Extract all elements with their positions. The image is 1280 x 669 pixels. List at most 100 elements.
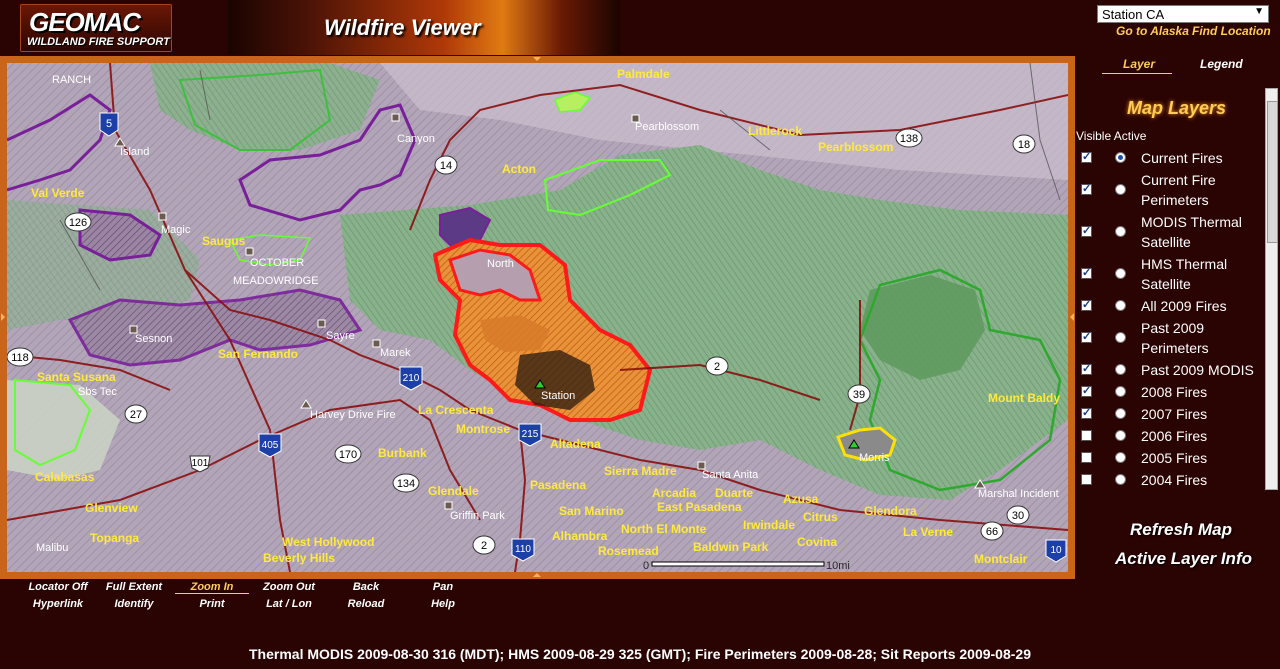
layer-name: 2005 Fires [1141, 450, 1208, 466]
shield-i5: 5 [106, 118, 112, 130]
visible-checkbox[interactable] [1081, 384, 1092, 397]
visible-checkbox[interactable] [1081, 406, 1092, 419]
active-radio[interactable] [1115, 408, 1126, 419]
pan-north-arrow [533, 57, 541, 61]
zoom-out-button[interactable]: Zoom Out [252, 581, 326, 593]
layer-row: HMS Thermal Satellite [1075, 254, 1265, 294]
chevron-down-icon[interactable]: ▼ [1254, 6, 1264, 17]
print-button[interactable]: Print [175, 598, 249, 610]
tab-layer-underline [1102, 73, 1172, 74]
label-calabasas: Calabasas [35, 470, 95, 484]
visible-checkbox[interactable] [1081, 298, 1092, 311]
active-radio[interactable] [1115, 364, 1126, 375]
label-october: OCTOBER [250, 257, 304, 269]
hyperlink-button[interactable]: Hyperlink [21, 598, 95, 610]
refresh-map-button[interactable]: Refresh Map [1130, 520, 1232, 540]
active-radio[interactable] [1115, 452, 1126, 463]
map-canvas[interactable]: Palmdale Littlerock Pearblossom Pearblos… [7, 63, 1068, 572]
visible-checkbox[interactable] [1081, 362, 1092, 375]
visible-checkbox[interactable] [1081, 182, 1092, 195]
back-button[interactable]: Back [329, 581, 403, 593]
label-la-verne: La Verne [903, 525, 953, 539]
active-radio[interactable] [1115, 430, 1126, 441]
label-malibu: Malibu [36, 542, 68, 554]
tab-legend[interactable]: Legend [1200, 57, 1243, 71]
pan-west-arrow [1, 313, 5, 321]
label-glendora: Glendora [864, 504, 917, 518]
layer-row: Current Fire Perimeters [1075, 170, 1265, 210]
visible-checkbox[interactable] [1081, 452, 1092, 463]
find-location-link[interactable]: Find Location [1192, 24, 1271, 38]
active-radio[interactable] [1115, 386, 1126, 397]
reload-button[interactable]: Reload [329, 598, 403, 610]
label-island: Island [120, 146, 149, 158]
active-radio[interactable] [1115, 152, 1126, 163]
tab-layer[interactable]: Layer [1123, 57, 1155, 71]
label-alhambra: Alhambra [552, 529, 608, 543]
label-marek: Marek [380, 347, 411, 359]
active-radio[interactable] [1115, 268, 1126, 279]
label-montrose: Montrose [456, 422, 510, 436]
active-radio[interactable] [1115, 332, 1126, 343]
shield-138: 138 [900, 133, 918, 145]
label-west-hollywood: West Hollywood [282, 535, 374, 549]
layer-name: All 2009 Fires [1141, 298, 1227, 314]
lat-lon-button[interactable]: Lat / Lon [252, 598, 326, 610]
active-radio[interactable] [1115, 300, 1126, 311]
go-to-alaska-link[interactable]: Go to Alaska [1116, 24, 1189, 38]
visible-checkbox[interactable] [1081, 224, 1092, 237]
scrollbar-thumb[interactable] [1267, 101, 1278, 243]
active-radio[interactable] [1115, 226, 1126, 237]
label-pearblossom-small: Pearblossom [635, 121, 699, 133]
label-griffin-park: Griffin Park [450, 510, 505, 522]
label-santa-anita: Santa Anita [702, 469, 759, 481]
geomac-logo[interactable]: GEOMAC WILDLAND FIRE SUPPORT [20, 4, 172, 52]
label-east-pasadena: East Pasadena [657, 500, 742, 514]
label-acton: Acton [502, 162, 536, 176]
active-radio[interactable] [1115, 184, 1126, 195]
label-station: Station [541, 390, 575, 402]
layer-row: 2004 Fires [1075, 470, 1265, 490]
layer-name: Past 2009 MODIS [1141, 362, 1254, 378]
label-baldwin-park: Baldwin Park [693, 540, 769, 554]
layer-name: MODIS Thermal Satellite [1141, 214, 1242, 250]
shield-126: 126 [69, 217, 87, 229]
label-marshal-incident: Marshal Incident [978, 488, 1059, 500]
layer-row: 2005 Fires [1075, 448, 1265, 468]
scale-zero: 0 [643, 560, 649, 572]
active-radio[interactable] [1115, 474, 1126, 485]
shield-39: 39 [853, 389, 865, 401]
identify-button[interactable]: Identify [97, 598, 171, 610]
shield-27: 27 [130, 409, 142, 421]
label-saugus: Saugus [202, 234, 246, 248]
shield-134: 134 [397, 478, 415, 490]
label-magic: Magic [161, 224, 191, 236]
layer-row: Past 2009 MODIS [1075, 360, 1265, 380]
zoom-in-button[interactable]: Zoom In [175, 581, 249, 594]
locator-off-button[interactable]: Locator Off [21, 581, 95, 593]
visible-checkbox[interactable] [1081, 330, 1092, 343]
full-extent-button[interactable]: Full Extent [97, 581, 171, 593]
help-button[interactable]: Help [406, 598, 480, 610]
visible-checkbox[interactable] [1081, 266, 1092, 279]
shield-101: 101 [192, 458, 209, 469]
layer-panel: Layer Legend Map Layers Visible Active C… [1075, 55, 1280, 646]
label-glendale: Glendale [428, 484, 479, 498]
layer-row: MODIS Thermal Satellite [1075, 212, 1265, 252]
label-sayre: Sayre [326, 330, 355, 342]
layer-name: 2006 Fires [1141, 428, 1208, 444]
visible-checkbox[interactable] [1081, 430, 1092, 441]
shield-i210: 210 [403, 373, 420, 384]
layer-list-scrollbar[interactable] [1265, 88, 1278, 490]
pan-button[interactable]: Pan [406, 581, 480, 593]
layer-name: Past 2009 Perimeters [1141, 320, 1209, 356]
station-select-value: Station CA [1102, 7, 1165, 22]
visible-checkbox[interactable] [1081, 150, 1092, 163]
station-select[interactable]: Station CA ▼ [1097, 5, 1269, 23]
active-layer-info-button[interactable]: Active Layer Info [1115, 549, 1252, 569]
data-status-footer: Thermal MODIS 2009-08-30 316 (MDT); HMS … [249, 646, 1031, 662]
shield-2b: 2 [481, 540, 487, 552]
visible-checkbox[interactable] [1081, 474, 1092, 485]
shield-18: 18 [1018, 139, 1030, 151]
wildfire-banner: Wildfire Viewer [228, 0, 620, 55]
